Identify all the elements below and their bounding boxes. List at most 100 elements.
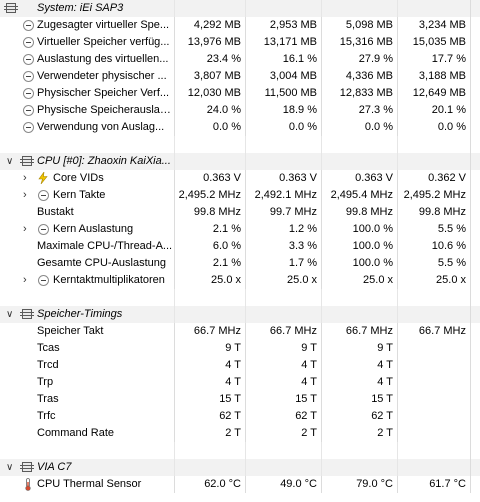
sensor-label: Tcas (37, 342, 60, 354)
chip-icon (20, 462, 34, 472)
sensor-minus-icon (23, 37, 34, 48)
avg-value: 3,234 MB (397, 17, 470, 34)
sensor-row-trp[interactable]: Trp 4 T 4 T 4 T (0, 374, 480, 391)
min-value: 11,500 MB (245, 85, 321, 102)
group-row-via-c7[interactable]: ∨ VIA C7 (0, 459, 480, 476)
sensor-label: Trfc (37, 410, 56, 422)
min-value: 2 T (245, 425, 321, 442)
current-value: 2.1 % (174, 221, 245, 238)
max-value: 0.363 V (321, 170, 397, 187)
max-value: 15 T (321, 391, 397, 408)
sensor-row-virtueller-speicher-verfuegbar[interactable]: Virtueller Speicher verfüg... 13,976 MB … (0, 34, 480, 51)
current-value: 2 T (174, 425, 245, 442)
sensor-minus-icon (23, 88, 34, 99)
current-value: 0.363 V (174, 170, 245, 187)
min-value: 15 T (245, 391, 321, 408)
sensor-row-bustakt[interactable]: Bustakt 99.8 MHz 99.7 MHz 99.8 MHz 99.8 … (0, 204, 480, 221)
min-value: 25.0 x (245, 272, 321, 289)
sensor-row-trcd[interactable]: Trcd 4 T 4 T 4 T (0, 357, 480, 374)
min-value: 1.2 % (245, 221, 321, 238)
sensor-label: Kern Auslastung (53, 223, 134, 235)
max-value: 4,336 MB (321, 68, 397, 85)
min-value: 13,171 MB (245, 34, 321, 51)
avg-value (397, 374, 470, 391)
max-value: 66.7 MHz (321, 323, 397, 340)
avg-value (397, 425, 470, 442)
max-value: 27.3 % (321, 102, 397, 119)
max-value: 99.8 MHz (321, 204, 397, 221)
sensor-label: Verwendeter physischer ... (37, 70, 167, 82)
sensor-label: Auslastung des virtuellen... (37, 53, 169, 65)
max-value: 0.0 % (321, 119, 397, 136)
sensor-label: Verwendung von Auslag... (37, 121, 165, 133)
sensor-label: Kerntaktmultiplikatoren (53, 274, 165, 286)
sensor-label: Virtueller Speicher verfüg... (37, 36, 170, 48)
sensor-minus-icon (23, 20, 34, 31)
sensor-row-cpu-thermal-sensor[interactable]: CPU Thermal Sensor 62.0 °C 49.0 °C 79.0 … (0, 476, 480, 493)
chevron-down-icon[interactable]: ∨ (6, 459, 13, 476)
sensor-minus-icon (38, 190, 49, 201)
chevron-down-icon[interactable]: ∨ (6, 153, 13, 170)
sensor-row-verwendeter-physischer[interactable]: Verwendeter physischer ... 3,807 MB 3,00… (0, 68, 480, 85)
sensor-table: System: iEi SAP3 Zugesagter virtueller S… (0, 0, 480, 493)
sensor-row-kern-auslastung[interactable]: › Kern Auslastung 2.1 % 1.2 % 100.0 % 5.5… (0, 221, 480, 238)
sensor-row-physische-speicherauslastung[interactable]: Physische Speicherauslas... 24.0 % 18.9 … (0, 102, 480, 119)
group-row-system[interactable]: System: iEi SAP3 (0, 0, 480, 17)
avg-value: 0.0 % (397, 119, 470, 136)
current-value: 4,292 MB (174, 17, 245, 34)
sensor-row-zugesagter-virtueller-speicher[interactable]: Zugesagter virtueller Spe... 4,292 MB 2,… (0, 17, 480, 34)
max-value: 79.0 °C (321, 476, 397, 493)
group-title: CPU [#0]: Zhaoxin KaiXia... (37, 155, 171, 167)
sensor-label: Command Rate (37, 427, 115, 439)
sensor-minus-icon (23, 54, 34, 65)
sensor-label: Physische Speicherauslas... (37, 104, 173, 116)
min-value: 3,004 MB (245, 68, 321, 85)
sensor-label: Physischer Speicher Verf... (37, 87, 170, 99)
sensor-row-auslastung-virtuell[interactable]: Auslastung des virtuellen... 23.4 % 16.1… (0, 51, 480, 68)
avg-value: 17.7 % (397, 51, 470, 68)
sensor-row-trfc[interactable]: Trfc 62 T 62 T 62 T (0, 408, 480, 425)
sensor-label: CPU Thermal Sensor (37, 478, 142, 490)
sensor-minus-icon (23, 105, 34, 116)
sensor-row-tras[interactable]: Tras 15 T 15 T 15 T (0, 391, 480, 408)
sensor-label: Core VIDs (53, 172, 104, 184)
chip-icon (4, 3, 18, 13)
chevron-right-icon[interactable]: › (23, 272, 27, 289)
min-value: 66.7 MHz (245, 323, 321, 340)
min-value: 2,492.1 MHz (245, 187, 321, 204)
min-value: 0.363 V (245, 170, 321, 187)
sensor-row-speicher-takt[interactable]: Speicher Takt 66.7 MHz 66.7 MHz 66.7 MHz… (0, 323, 480, 340)
current-value: 12,030 MB (174, 85, 245, 102)
current-value: 4 T (174, 374, 245, 391)
chevron-right-icon[interactable]: › (23, 187, 27, 204)
chevron-down-icon[interactable]: ∨ (6, 306, 13, 323)
bolt-icon (38, 172, 48, 184)
min-value: 62 T (245, 408, 321, 425)
min-value: 3.3 % (245, 238, 321, 255)
group-row-speicher-timings[interactable]: ∨ Speicher-Timings (0, 306, 480, 323)
chip-icon (20, 156, 34, 166)
sensor-row-maximale-cpu-auslastung[interactable]: Maximale CPU-/Thread-A... 6.0 % 3.3 % 10… (0, 238, 480, 255)
sensor-row-core-vids[interactable]: › Core VIDs 0.363 V 0.363 V 0.363 V 0.36… (0, 170, 480, 187)
min-value: 1.7 % (245, 255, 321, 272)
sensor-row-auslagerung[interactable]: Verwendung von Auslag... 0.0 % 0.0 % 0.0… (0, 119, 480, 136)
avg-value (397, 391, 470, 408)
chevron-right-icon[interactable]: › (23, 170, 27, 187)
avg-value: 3,188 MB (397, 68, 470, 85)
sensor-row-kern-takte[interactable]: › Kern Takte 2,495.2 MHz 2,492.1 MHz 2,49… (0, 187, 480, 204)
max-value: 62 T (321, 408, 397, 425)
avg-value: 99.8 MHz (397, 204, 470, 221)
sensor-row-kerntaktmultiplikatoren[interactable]: › Kerntaktmultiplikatoren 25.0 x 25.0 x 2… (0, 272, 480, 289)
sensor-row-tcas[interactable]: Tcas 9 T 9 T 9 T (0, 340, 480, 357)
group-row-cpu[interactable]: ∨ CPU [#0]: Zhaoxin KaiXia... (0, 153, 480, 170)
max-value: 2 T (321, 425, 397, 442)
sensor-row-physischer-speicher-verfuegbar[interactable]: Physischer Speicher Verf... 12,030 MB 11… (0, 85, 480, 102)
sensor-row-command-rate[interactable]: Command Rate 2 T 2 T 2 T (0, 425, 480, 442)
min-value: 99.7 MHz (245, 204, 321, 221)
chevron-right-icon[interactable]: › (23, 221, 27, 238)
sensor-label: Tras (37, 393, 59, 405)
min-value: 49.0 °C (245, 476, 321, 493)
sensor-row-gesamte-cpu-auslastung[interactable]: Gesamte CPU-Auslastung 2.1 % 1.7 % 100.0… (0, 255, 480, 272)
current-value: 13,976 MB (174, 34, 245, 51)
spacer-row (0, 136, 480, 153)
